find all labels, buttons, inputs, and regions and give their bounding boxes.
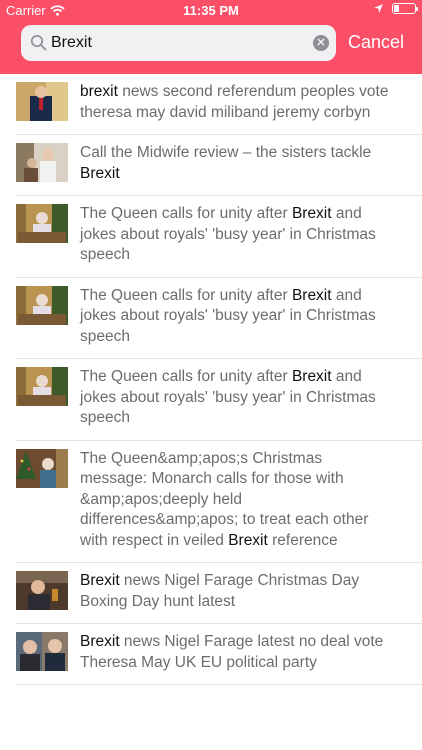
result-title-text: The Queen calls for unity after: [80, 286, 292, 304]
battery-icon: [392, 3, 418, 14]
result-row[interactable]: The Queen calls for unity after Brexit a…: [16, 196, 422, 278]
result-title-text: news Nigel Farage latest no deal vote Th…: [80, 633, 384, 671]
result-title-text: news second referendum peoples vote ther…: [80, 83, 389, 121]
result-thumbnail: [16, 632, 68, 671]
result-title: The Queen calls for unity after Brexit a…: [80, 196, 422, 277]
search-icon: [30, 34, 47, 51]
clock: 11:35 PM: [183, 3, 239, 18]
result-row[interactable]: Call the Midwife review – the sisters ta…: [16, 135, 422, 196]
result-row[interactable]: Brexit news Nigel Farage Christmas Day B…: [16, 563, 422, 624]
result-thumbnail: [16, 367, 68, 406]
query-match-text: Brexit: [80, 572, 120, 589]
query-match-text: Brexit: [291, 205, 332, 222]
location-arrow-icon: [374, 4, 383, 13]
result-title: The Queen&amp;apos;s Christmas message: …: [80, 441, 422, 563]
result-row[interactable]: brexit news second referendum peoples vo…: [16, 74, 422, 135]
navigation-bar: Carrier 11:35 PM ✕ Cancel: [0, 0, 422, 74]
result-title-text: reference: [267, 531, 338, 549]
result-thumbnail: [16, 448, 68, 488]
result-thumbnail: [16, 82, 68, 121]
result-title: The Queen calls for unity after Brexit a…: [80, 278, 422, 359]
query-match-text: Brexit: [291, 368, 332, 385]
search-results-list: brexit news second referendum peoples vo…: [0, 74, 422, 750]
result-title: The Queen calls for unity after Brexit a…: [80, 359, 422, 440]
result-thumbnail: [16, 285, 68, 325]
query-match-text: Brexit: [291, 286, 332, 304]
result-thumbnail: [16, 571, 68, 610]
result-title-text: news Nigel Farage Christmas Day Boxing D…: [80, 572, 360, 610]
result-thumbnail: [16, 143, 68, 182]
status-right: [373, 3, 418, 14]
query-match-text: brexit: [80, 83, 118, 100]
result-thumbnail: [16, 204, 68, 243]
search-input[interactable]: [51, 29, 301, 57]
result-title-text: The Queen calls for unity after: [80, 205, 292, 222]
result-row[interactable]: The Queen calls for unity after Brexit a…: [16, 359, 422, 441]
result-row[interactable]: The Queen calls for unity after Brexit a…: [16, 278, 422, 359]
result-row[interactable]: Brexit news Nigel Farage latest no deal …: [16, 624, 422, 685]
query-match-text: Brexit: [80, 633, 120, 650]
query-match-text: Brexit: [80, 164, 120, 182]
query-match-text: Brexit: [228, 531, 268, 549]
result-row[interactable]: The Queen&amp;apos;s Christmas message: …: [16, 441, 422, 563]
status-bar: Carrier 11:35 PM: [0, 0, 422, 22]
result-title-text: Call the Midwife review – the sisters ta…: [80, 144, 372, 161]
cancel-button[interactable]: Cancel: [348, 32, 404, 53]
result-title: brexit news second referendum peoples vo…: [80, 74, 422, 134]
result-title: Brexit news Nigel Farage latest no deal …: [80, 624, 422, 684]
result-title: Brexit news Nigel Farage Christmas Day B…: [80, 563, 422, 623]
result-title: Call the Midwife review – the sisters ta…: [80, 135, 422, 195]
search-field[interactable]: ✕: [21, 25, 336, 61]
result-title-text: The Queen calls for unity after: [80, 368, 292, 385]
clear-icon[interactable]: ✕: [313, 35, 329, 51]
